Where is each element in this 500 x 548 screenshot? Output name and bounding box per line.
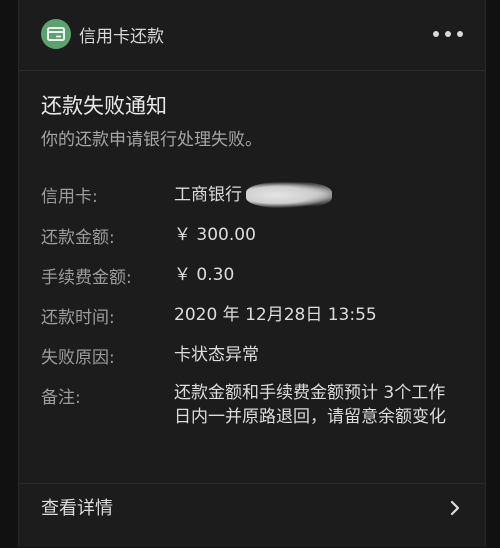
redacted-card-number (246, 182, 332, 208)
time-label: 还款时间: (41, 308, 115, 328)
view-details-label: 查看详情 (41, 498, 113, 519)
view-details-button[interactable]: 查看详情 (19, 483, 485, 548)
bank-name: 工商银行 (174, 185, 242, 205)
fee-label: 手续费金额: (41, 268, 132, 288)
card-header: 信用卡还款 (19, 0, 485, 71)
card-value: 工商银行 (174, 182, 464, 208)
app-name: 信用卡还款 (79, 27, 164, 47)
credit-card-icon (41, 19, 71, 49)
reason-value: 卡状态异常 (174, 345, 259, 365)
fee-value: ￥ 0.30 (174, 265, 235, 285)
reason-label: 失败原因: (41, 348, 115, 368)
notice-title: 还款失败通知 (41, 94, 167, 118)
notice-subtitle: 你的还款申请银行处理失败。 (41, 130, 262, 150)
chevron-right-icon (450, 500, 460, 516)
amount-label: 还款金额: (41, 228, 115, 248)
note-label: 备注: (41, 388, 81, 408)
time-value: 2020 年 12月28日 13:55 (174, 305, 377, 325)
card-label: 信用卡: (41, 187, 98, 207)
note-value: 还款金额和手续费金额预计 3个工作日内一并原路退回，请留意余额变化 (174, 383, 446, 427)
notification-card: 信用卡还款 还款失败通知 你的还款申请银行处理失败。 信用卡: 工商银行 还款金… (18, 0, 486, 547)
more-icon[interactable] (433, 26, 463, 42)
amount-value: ￥ 300.00 (174, 225, 256, 245)
